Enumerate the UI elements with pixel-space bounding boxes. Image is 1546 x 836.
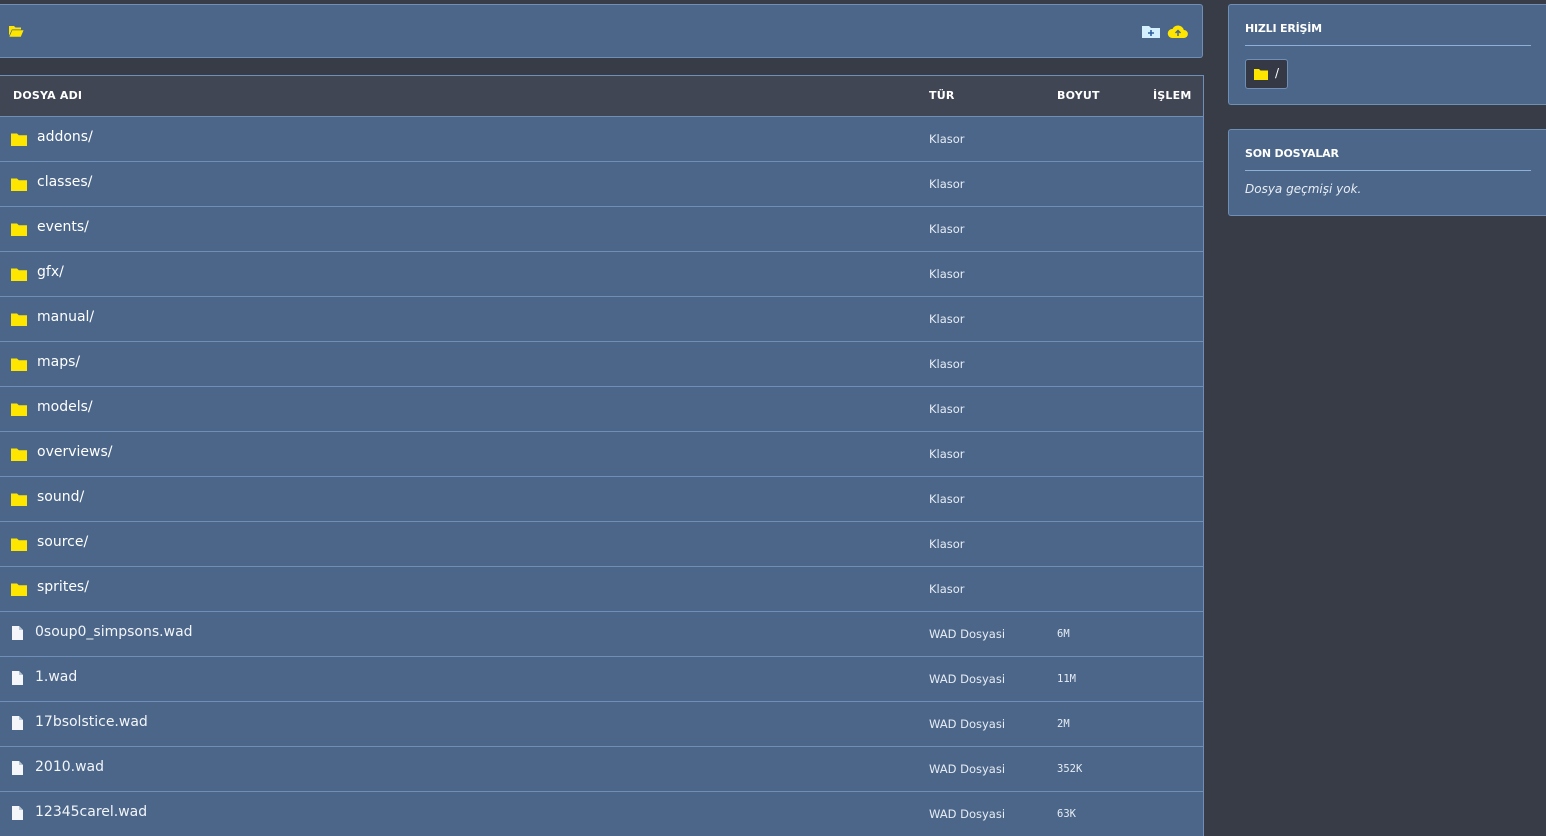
recent-files-empty-text: Dosya geçmişi yok. — [1245, 182, 1362, 196]
file-icon — [12, 761, 23, 775]
folder-icon — [11, 133, 27, 146]
divider — [1245, 45, 1531, 46]
file-row[interactable]: 1.wad WAD Dosyasi 11M — [0, 657, 1203, 702]
item-type: WAD Dosyasi — [929, 627, 1006, 641]
item-type: Klasor — [929, 492, 965, 506]
item-type: WAD Dosyasi — [929, 672, 1006, 686]
folder-icon — [11, 583, 27, 596]
table-header: DOSYA ADI TÜR BOYUT İŞLEM — [0, 76, 1203, 117]
new-folder-button[interactable] — [1140, 20, 1162, 42]
folder-name-link[interactable]: sound/ — [37, 489, 84, 505]
folder-name-link[interactable]: source/ — [37, 534, 88, 550]
folder-name-link[interactable]: overviews/ — [37, 444, 112, 460]
item-type: Klasor — [929, 267, 965, 281]
item-type: Klasor — [929, 402, 965, 416]
folder-icon — [1254, 69, 1268, 80]
folder-row[interactable]: sound/Klasor — [0, 477, 1203, 522]
folder-row[interactable]: models/Klasor — [0, 387, 1203, 432]
item-type: WAD Dosyasi — [929, 717, 1006, 731]
header-type[interactable]: TÜR — [929, 89, 955, 102]
item-size: 6M — [1057, 628, 1070, 640]
divider — [1245, 170, 1531, 171]
file-table: DOSYA ADI TÜR BOYUT İŞLEM addons/Klasor c… — [0, 75, 1204, 836]
upload-button[interactable] — [1167, 20, 1189, 42]
item-size: 2M — [1057, 718, 1070, 730]
file-name-link[interactable]: 12345carel.wad — [35, 804, 147, 820]
cloud-upload-icon — [1167, 25, 1188, 38]
folder-name-link[interactable]: models/ — [37, 399, 93, 415]
folder-icon — [11, 178, 27, 191]
folder-row[interactable]: source/Klasor — [0, 522, 1203, 567]
header-action: İŞLEM — [1153, 89, 1192, 102]
item-type: Klasor — [929, 582, 965, 596]
folder-row[interactable]: maps/Klasor — [0, 342, 1203, 387]
item-type: Klasor — [929, 312, 965, 326]
folder-icon — [11, 223, 27, 236]
folder-plus-icon — [1142, 26, 1160, 38]
folder-name-link[interactable]: classes/ — [37, 174, 92, 190]
folder-icon — [11, 268, 27, 281]
folder-name-link[interactable]: events/ — [37, 219, 89, 235]
item-type: WAD Dosyasi — [929, 807, 1006, 821]
file-manager-page: DOSYA ADI TÜR BOYUT İŞLEM addons/Klasor c… — [0, 0, 1546, 836]
folder-name-link[interactable]: maps/ — [37, 354, 80, 370]
folder-icon — [11, 313, 27, 326]
file-row[interactable]: 17bsolstice.wad WAD Dosyasi 2M — [0, 702, 1203, 747]
folder-name-link[interactable]: manual/ — [37, 309, 94, 325]
file-name-link[interactable]: 2010.wad — [35, 759, 104, 775]
item-type: WAD Dosyasi — [929, 762, 1006, 776]
quick-access-root-button[interactable]: / — [1245, 59, 1288, 89]
folder-icon — [11, 403, 27, 416]
item-type: Klasor — [929, 357, 965, 371]
folder-row[interactable]: classes/Klasor — [0, 162, 1203, 207]
item-type: Klasor — [929, 447, 965, 461]
header-name[interactable]: DOSYA ADI — [13, 89, 82, 102]
item-size: 11M — [1057, 673, 1076, 685]
folder-open-icon — [8, 26, 24, 38]
folder-row[interactable]: addons/Klasor — [0, 117, 1203, 162]
quick-access-panel: HIZLI ERİŞİM / — [1228, 4, 1546, 105]
file-icon — [12, 671, 23, 685]
recent-files-panel: SON DOSYALAR Dosya geçmişi yok. — [1228, 129, 1546, 216]
folder-row[interactable]: overviews/Klasor — [0, 432, 1203, 477]
toolbar — [0, 4, 1203, 58]
item-size: 352K — [1057, 763, 1083, 775]
quick-access-label: / — [1275, 66, 1280, 80]
file-row[interactable]: 0soup0_simpsons.wad WAD Dosyasi 6M — [0, 612, 1203, 657]
item-type: Klasor — [929, 132, 965, 146]
file-row[interactable]: 12345carel.wad WAD Dosyasi 63K — [0, 792, 1203, 836]
folder-icon — [11, 538, 27, 551]
file-name-link[interactable]: 1.wad — [35, 669, 77, 685]
folder-row[interactable]: manual/Klasor — [0, 297, 1203, 342]
file-icon — [12, 626, 23, 640]
folder-name-link[interactable]: addons/ — [37, 129, 93, 145]
recent-files-title: SON DOSYALAR — [1245, 147, 1339, 160]
folder-name-link[interactable]: sprites/ — [37, 579, 89, 595]
item-type: Klasor — [929, 177, 965, 191]
file-name-link[interactable]: 0soup0_simpsons.wad — [35, 624, 193, 640]
file-icon — [12, 716, 23, 730]
file-name-link[interactable]: 17bsolstice.wad — [35, 714, 148, 730]
folder-icon — [11, 358, 27, 371]
quick-access-title: HIZLI ERİŞİM — [1245, 22, 1322, 35]
table-body: addons/Klasor classes/Klasor events/Klasor… — [0, 117, 1203, 836]
folder-icon — [11, 448, 27, 461]
folder-icon — [11, 493, 27, 506]
item-type: Klasor — [929, 537, 965, 551]
folder-row[interactable]: gfx/Klasor — [0, 252, 1203, 297]
header-size[interactable]: BOYUT — [1057, 89, 1100, 102]
folder-name-link[interactable]: gfx/ — [37, 264, 64, 280]
item-size: 63K — [1057, 808, 1076, 820]
file-row[interactable]: 2010.wad WAD Dosyasi 352K — [0, 747, 1203, 792]
folder-row[interactable]: events/Klasor — [0, 207, 1203, 252]
file-icon — [12, 806, 23, 820]
item-type: Klasor — [929, 222, 965, 236]
folder-row[interactable]: sprites/Klasor — [0, 567, 1203, 612]
